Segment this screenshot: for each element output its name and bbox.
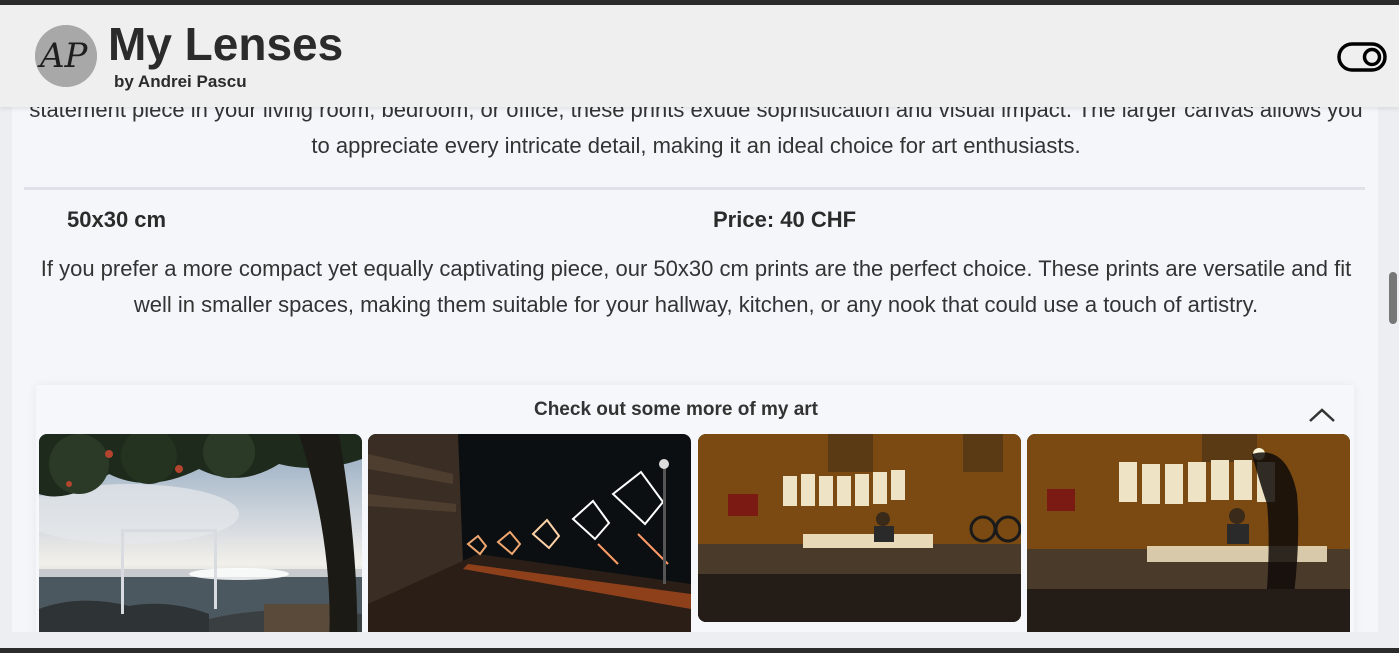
- scrollbar-thumb[interactable]: [1389, 272, 1397, 324]
- gallery-image-2[interactable]: [368, 434, 691, 632]
- size-description: If you prefer a more compact yet equally…: [40, 256, 1352, 317]
- gallery-image-1[interactable]: [39, 434, 362, 632]
- window-bottom-edge: [0, 648, 1399, 653]
- price-label: Price: 40 CHF: [713, 207, 857, 232]
- street-artist-passerby-image: [1027, 434, 1350, 632]
- svg-text:AP: AP: [37, 36, 89, 76]
- size-label: 50x30 cm: [67, 207, 167, 232]
- section-divider: [24, 187, 1365, 190]
- gallery-image-4[interactable]: [1027, 434, 1350, 632]
- chevron-up-icon: [1309, 408, 1335, 422]
- gallery-image-3[interactable]: [698, 434, 1021, 622]
- street-artist-image: [698, 434, 1021, 622]
- theme-toggle-button[interactable]: [1337, 40, 1387, 74]
- night-street-lights-image: [368, 434, 691, 632]
- site-header: AP My Lenses by Andrei Pascu: [0, 5, 1399, 107]
- toggle-switch-icon: [1337, 42, 1387, 72]
- collapse-gallery-button[interactable]: [1307, 403, 1337, 427]
- seaside-sunset-image: [39, 434, 362, 632]
- site-subtitle: by Andrei Pascu: [114, 72, 247, 91]
- ap-logo-icon: AP: [35, 25, 97, 87]
- page-scrollbar[interactable]: [1389, 107, 1399, 632]
- gallery-title: Check out some more of my art: [533, 399, 819, 420]
- logo-avatar[interactable]: AP: [35, 25, 97, 87]
- site-title[interactable]: My Lenses: [108, 15, 343, 73]
- art-gallery: Check out some more of my art: [36, 385, 1354, 632]
